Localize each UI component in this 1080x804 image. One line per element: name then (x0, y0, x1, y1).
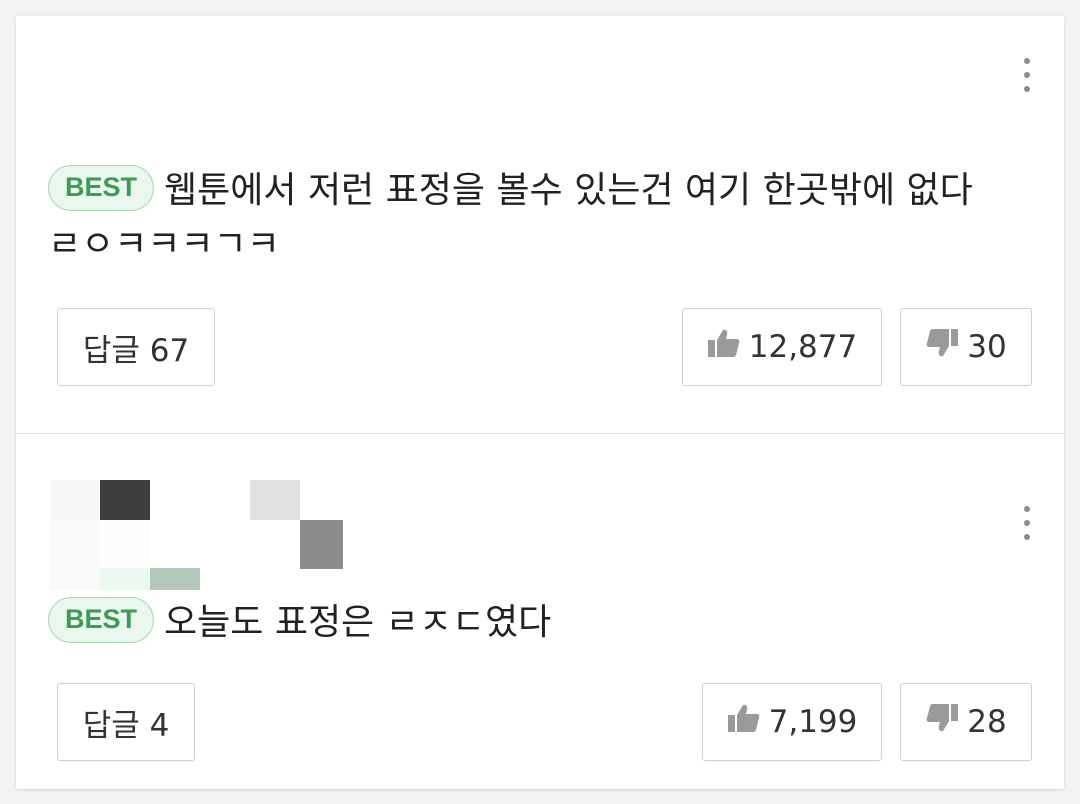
reply-button[interactable]: 답글 4 (57, 683, 195, 761)
like-count: 12,877 (748, 329, 858, 365)
best-badge: BEST (48, 597, 155, 643)
thumbs-down-icon (925, 703, 959, 741)
reply-button[interactable]: 답글 67 (57, 308, 215, 386)
like-button[interactable]: 7,199 (702, 683, 882, 761)
comment-body: BEST 웹툰에서 저런 표정을 볼수 있는건 여기 한곳밖에 없다 (48, 164, 1034, 218)
more-options-icon[interactable] (1014, 56, 1038, 96)
dislike-count: 30 (967, 329, 1007, 365)
reply-button-label: 답글 4 (82, 707, 170, 744)
comment-text: 웹툰에서 저런 표정을 볼수 있는건 여기 한곳밖에 없다 (164, 170, 973, 211)
dislike-count: 28 (967, 704, 1007, 740)
like-count: 7,199 (768, 704, 858, 740)
comment-text: 오늘도 표정은 ㄹㅈㄷ였다 (164, 602, 552, 643)
comment-item: BEST 오늘도 표정은 ㄹㅈㄷ였다 답글 4 7,199 28 (16, 434, 1064, 789)
comment-body: BEST 오늘도 표정은 ㄹㅈㄷ였다 (48, 596, 1034, 650)
dislike-button[interactable]: 28 (900, 683, 1032, 761)
best-badge: BEST (48, 165, 155, 211)
like-button[interactable]: 12,877 (682, 308, 882, 386)
comment-item: BEST 웹툰에서 저런 표정을 볼수 있는건 여기 한곳밖에 없다 ㄹㅇㅋㅋㅋㄱ… (16, 16, 1064, 433)
thumbs-up-icon (707, 328, 741, 366)
comment-text-line2: ㄹㅇㅋㅋㅋㄱㅋ (48, 224, 280, 265)
thumbs-down-icon (925, 328, 959, 366)
more-options-icon[interactable] (1014, 504, 1038, 544)
reply-button-label: 답글 67 (82, 332, 190, 369)
comment-list: BEST 웹툰에서 저런 표정을 볼수 있는건 여기 한곳밖에 없다 ㄹㅇㅋㅋㅋㄱ… (16, 16, 1064, 789)
thumbs-up-icon (727, 703, 761, 741)
dislike-button[interactable]: 30 (900, 308, 1032, 386)
avatar (50, 480, 350, 592)
